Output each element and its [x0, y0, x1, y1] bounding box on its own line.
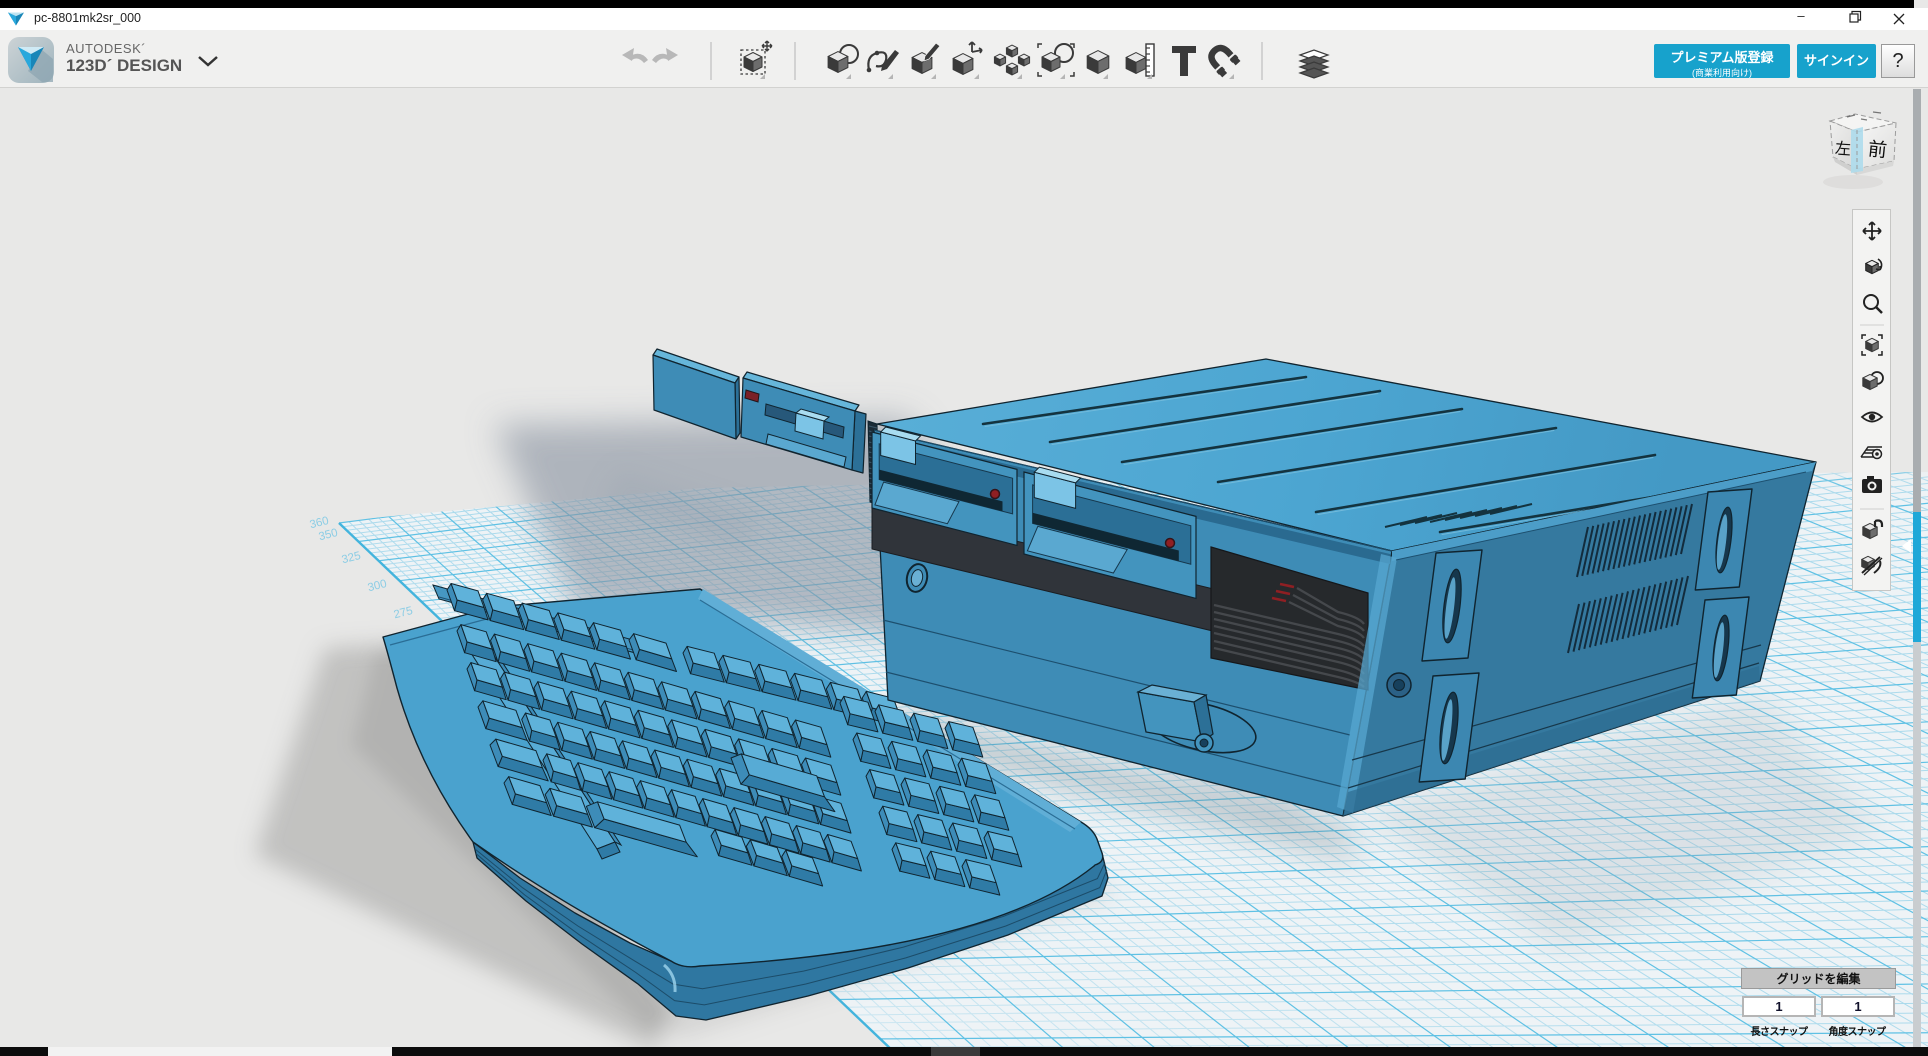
svg-text:前: 前: [1867, 138, 1888, 162]
svg-text:300: 300: [367, 578, 389, 594]
svg-text:275: 275: [393, 605, 415, 621]
svg-text:左: 左: [1834, 140, 1851, 159]
